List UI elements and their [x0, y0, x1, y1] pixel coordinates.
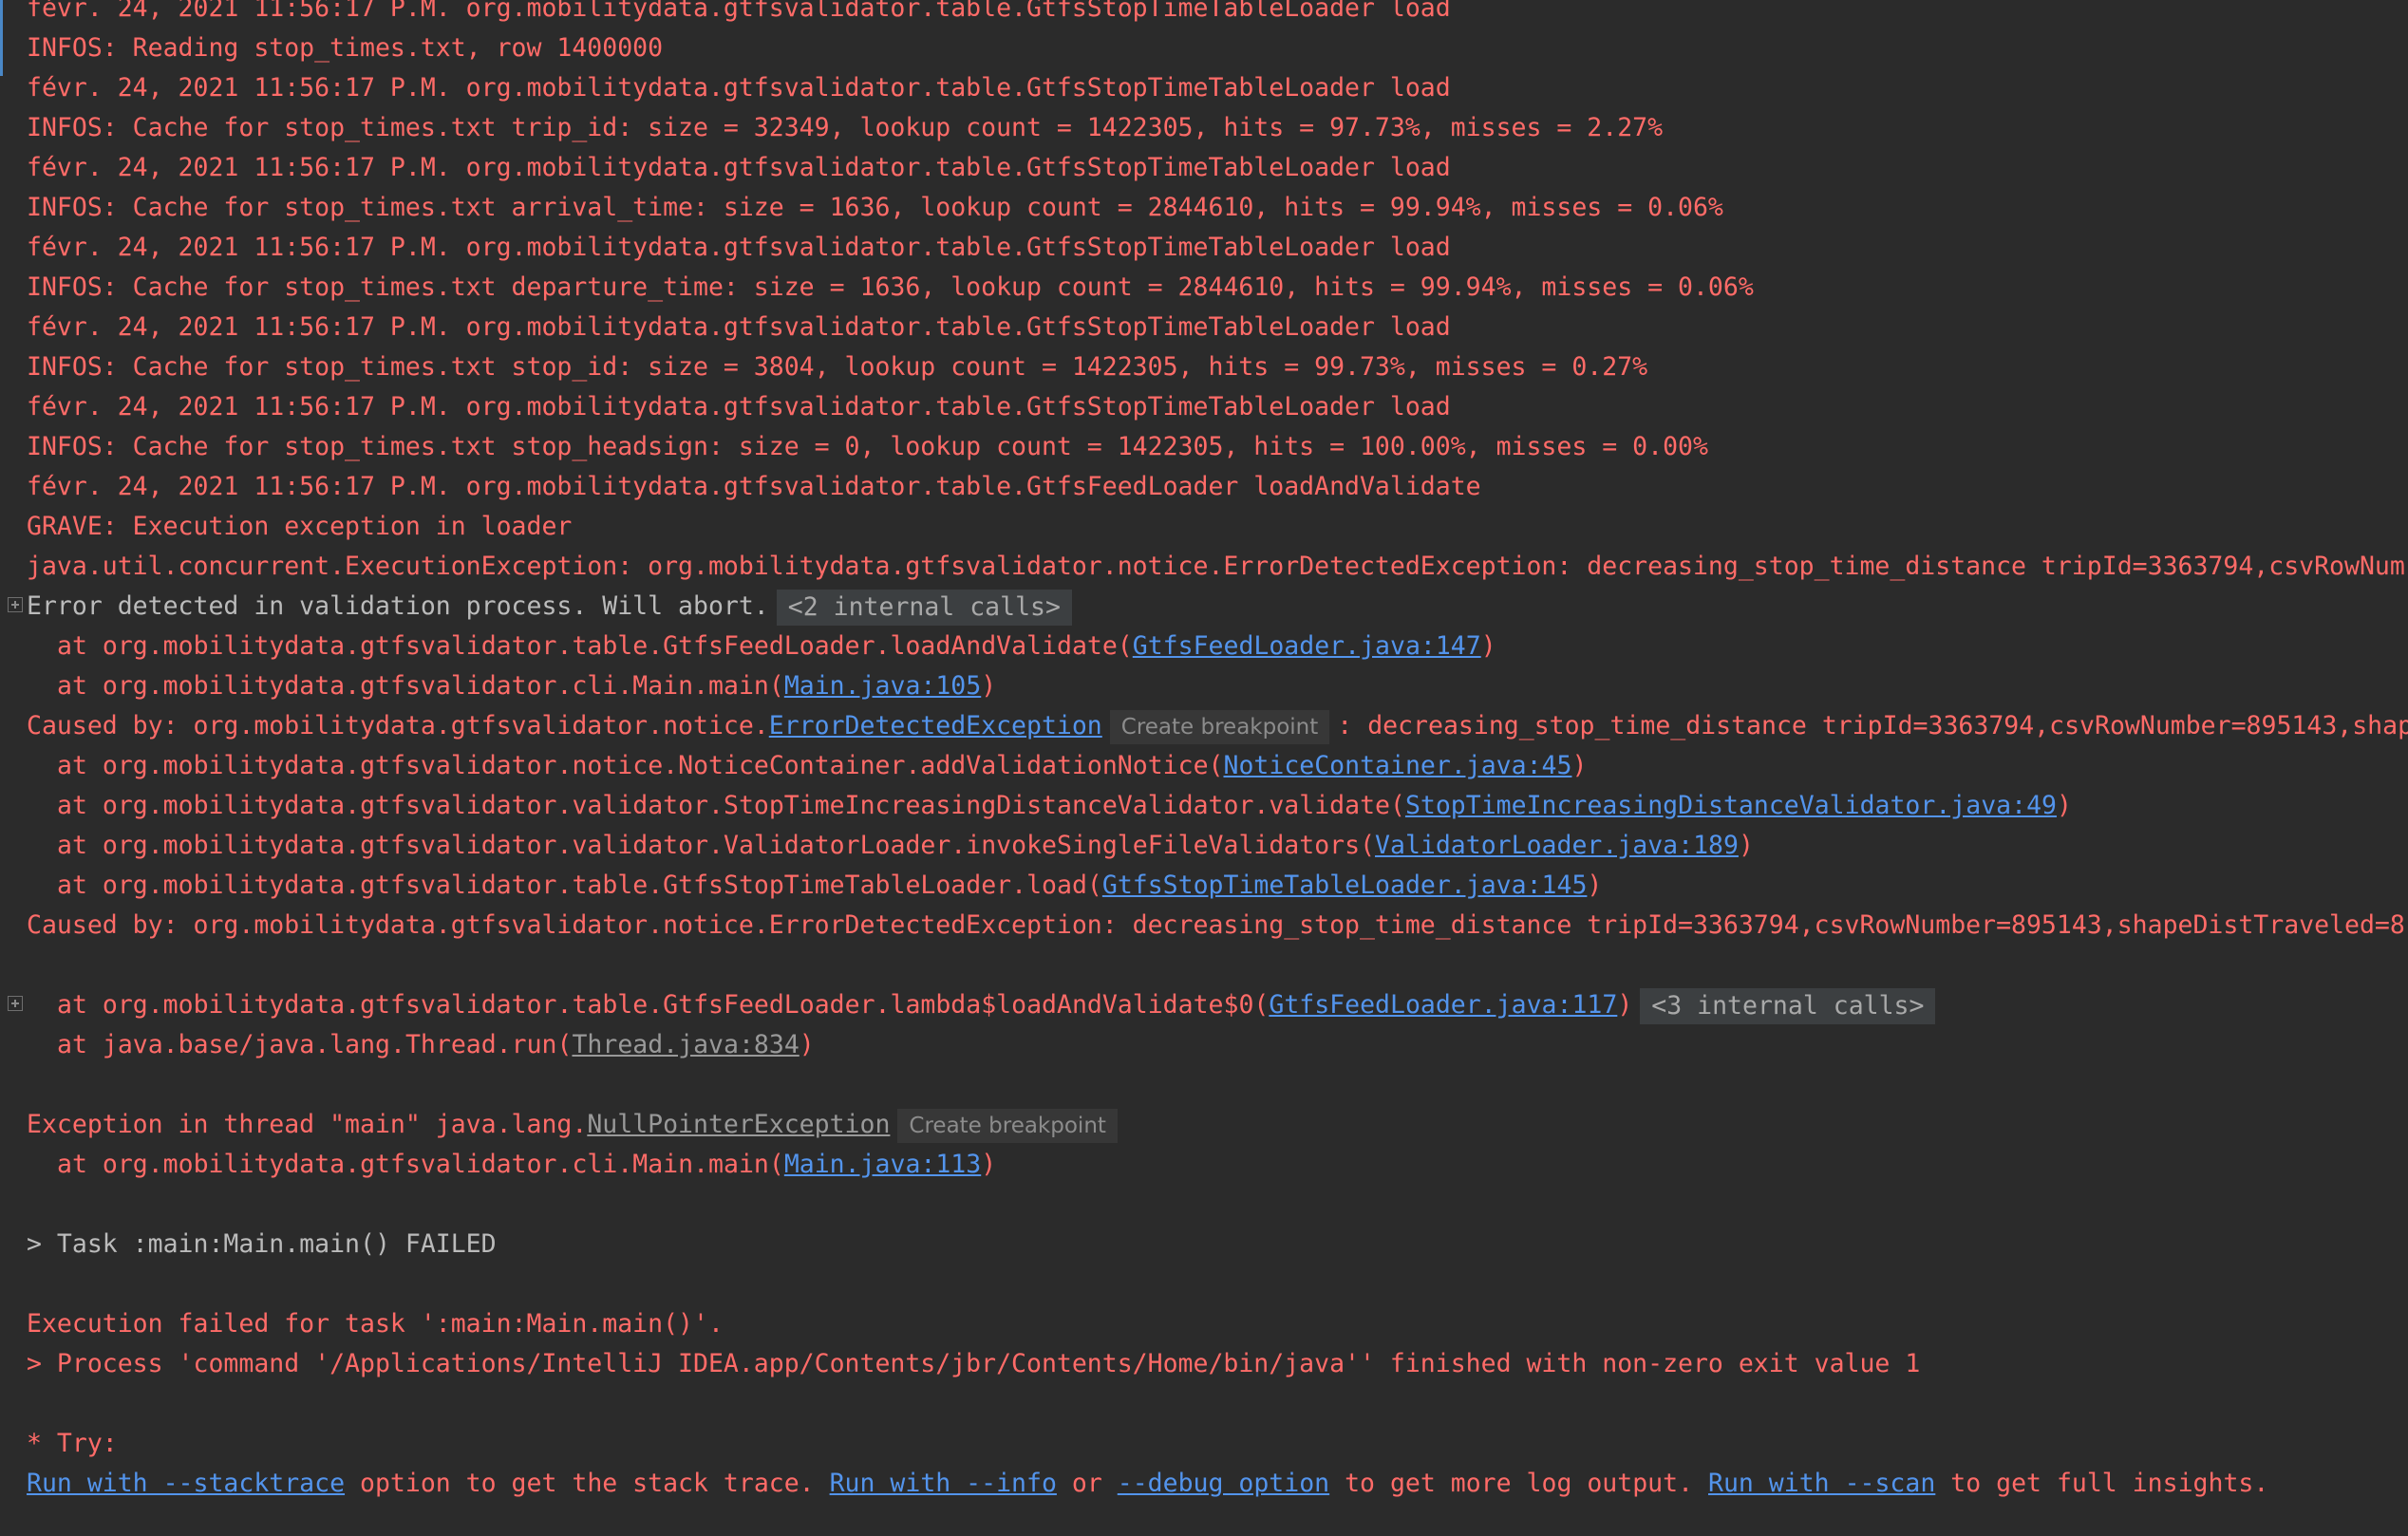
- try-suggestions: Run with --stacktrace option to get the …: [27, 1464, 2268, 1504]
- run-info-link[interactable]: Run with --info: [830, 1469, 1057, 1498]
- source-link[interactable]: Main.java:105: [784, 671, 981, 701]
- source-link[interactable]: GtfsFeedLoader.java:117: [1269, 990, 1617, 1020]
- frame-text: ): [2056, 791, 2072, 820]
- log-line: java.util.concurrent.ExecutionException:…: [27, 552, 2405, 581]
- fold-expand-icon[interactable]: [8, 597, 23, 612]
- error-line: > Process 'command '/Applications/Intell…: [27, 1349, 1921, 1378]
- source-link[interactable]: GtfsStopTimeTableLoader.java:145: [1102, 871, 1588, 900]
- frame-text: at org.mobilitydata.gtfsvalidator.notice…: [57, 751, 1224, 780]
- stack-frame: at org.mobilitydata.gtfsvalidator.cli.Ma…: [57, 666, 996, 706]
- create-breakpoint-button[interactable]: Create breakpoint: [897, 1108, 1118, 1143]
- frame-text: ): [1738, 831, 1754, 860]
- frame-text: at org.mobilitydata.gtfsvalidator.table.…: [57, 871, 1102, 900]
- exception-line: Exception in thread "main" java.lang.Nul…: [27, 1105, 1125, 1145]
- log-line: GRAVE: Execution exception in loader: [27, 512, 573, 541]
- log-text: : decreasing_stop_time_distance tripId=3…: [1337, 711, 2408, 740]
- gutter-marker: [0, 0, 3, 76]
- frame-text: ): [981, 1150, 997, 1179]
- exception-link[interactable]: ErrorDetectedException: [769, 711, 1102, 740]
- source-link[interactable]: GtfsFeedLoader.java:147: [1133, 631, 1481, 661]
- caused-by-line: Caused by: org.mobilitydata.gtfsvalidato…: [27, 910, 2405, 940]
- frame-text: at org.mobilitydata.gtfsvalidator.table.…: [57, 631, 1133, 661]
- frame-text: ): [1617, 990, 1633, 1020]
- frame-text: ): [981, 671, 997, 701]
- source-link[interactable]: Main.java:113: [784, 1150, 981, 1179]
- error-line: Execution failed for task ':main:Main.ma…: [27, 1309, 724, 1339]
- log-line: INFOS: Cache for stop_times.txt stop_hea…: [27, 432, 1708, 461]
- log-line: févr. 24, 2021 11:56:17 P.M. org.mobilit…: [27, 312, 1451, 342]
- task-status-line: > Task :main:Main.main() FAILED: [27, 1229, 497, 1259]
- source-link[interactable]: StopTimeIncreasingDistanceValidator.java…: [1405, 791, 2057, 820]
- log-line: févr. 24, 2021 11:56:17 P.M. org.mobilit…: [27, 73, 1451, 103]
- frame-text: ): [1480, 631, 1496, 661]
- internal-calls-fold[interactable]: <3 internal calls>: [1640, 987, 1936, 1024]
- log-text: Caused by: org.mobilitydata.gtfsvalidato…: [27, 711, 769, 740]
- stack-frame: at org.mobilitydata.gtfsvalidator.notice…: [57, 746, 1587, 786]
- try-text: or: [1056, 1469, 1118, 1498]
- try-heading: * Try:: [27, 1429, 118, 1458]
- try-text: to get more log output.: [1329, 1469, 1708, 1498]
- log-line: févr. 24, 2021 11:56:17 P.M. org.mobilit…: [27, 153, 1451, 182]
- log-line: févr. 24, 2021 11:56:17 P.M. org.mobilit…: [27, 233, 1451, 262]
- frame-text: at org.mobilitydata.gtfsvalidator.cli.Ma…: [57, 1150, 784, 1179]
- stack-frame: at org.mobilitydata.gtfsvalidator.valida…: [57, 786, 2072, 826]
- frame-text: at org.mobilitydata.gtfsvalidator.valida…: [57, 791, 1405, 820]
- try-text: to get full insights.: [1935, 1469, 2269, 1498]
- source-link[interactable]: NoticeContainer.java:45: [1224, 751, 1572, 780]
- frame-text: ): [1571, 751, 1588, 780]
- stack-frame: at org.mobilitydata.gtfsvalidator.table.…: [57, 627, 1496, 666]
- internal-calls-fold[interactable]: <2 internal calls>: [776, 589, 1072, 626]
- frame-text: at org.mobilitydata.gtfsvalidator.table.…: [57, 990, 1270, 1020]
- frame-text: ): [799, 1030, 815, 1059]
- library-source-link[interactable]: Thread.java:834: [572, 1030, 799, 1059]
- stack-frame: at org.mobilitydata.gtfsvalidator.cli.Ma…: [57, 1145, 996, 1185]
- log-line: INFOS: Cache for stop_times.txt departur…: [27, 272, 1754, 302]
- run-scan-link[interactable]: Run with --scan: [1708, 1469, 1935, 1498]
- log-line: févr. 24, 2021 11:56:17 P.M. org.mobilit…: [27, 392, 1451, 421]
- stack-frame: at java.base/java.lang.Thread.run(Thread…: [57, 1025, 815, 1065]
- log-line: févr. 24, 2021 11:56:17 P.M. org.mobilit…: [27, 0, 1451, 23]
- stack-frame: at org.mobilitydata.gtfsvalidator.table.…: [57, 866, 1602, 906]
- frame-text: at java.base/java.lang.Thread.run(: [57, 1030, 573, 1059]
- log-line: INFOS: Cache for stop_times.txt stop_id:…: [27, 352, 1648, 382]
- frame-text: at org.mobilitydata.gtfsvalidator.valida…: [57, 831, 1376, 860]
- debug-option-link[interactable]: --debug option: [1118, 1469, 1329, 1498]
- stack-frame: at org.mobilitydata.gtfsvalidator.table.…: [57, 985, 1936, 1025]
- source-link[interactable]: ValidatorLoader.java:189: [1375, 831, 1739, 860]
- log-text: Exception in thread "main" java.lang.: [27, 1110, 588, 1139]
- log-line: INFOS: Reading stop_times.txt, row 14000…: [27, 33, 664, 63]
- fold-expand-icon[interactable]: [8, 996, 23, 1011]
- stack-frame: at org.mobilitydata.gtfsvalidator.valida…: [57, 826, 1754, 866]
- try-text: option to get the stack trace.: [345, 1469, 830, 1498]
- log-text: Error detected in validation process. Wi…: [27, 591, 769, 621]
- exception-link[interactable]: NullPointerException: [587, 1110, 890, 1139]
- console-output[interactable]: févr. 24, 2021 11:56:17 P.M. org.mobilit…: [0, 0, 2408, 1536]
- create-breakpoint-button[interactable]: Create breakpoint: [1109, 709, 1330, 744]
- caused-by-line: Caused by: org.mobilitydata.gtfsvalidato…: [27, 706, 2408, 746]
- log-line: INFOS: Cache for stop_times.txt arrival_…: [27, 193, 1723, 222]
- log-line: Error detected in validation process. Wi…: [27, 587, 1072, 627]
- frame-text: ): [1587, 871, 1603, 900]
- log-line: févr. 24, 2021 11:56:17 P.M. org.mobilit…: [27, 472, 1481, 501]
- log-line: INFOS: Cache for stop_times.txt trip_id:…: [27, 113, 1664, 142]
- frame-text: at org.mobilitydata.gtfsvalidator.cli.Ma…: [57, 671, 784, 701]
- run-stacktrace-link[interactable]: Run with --stacktrace: [27, 1469, 345, 1498]
